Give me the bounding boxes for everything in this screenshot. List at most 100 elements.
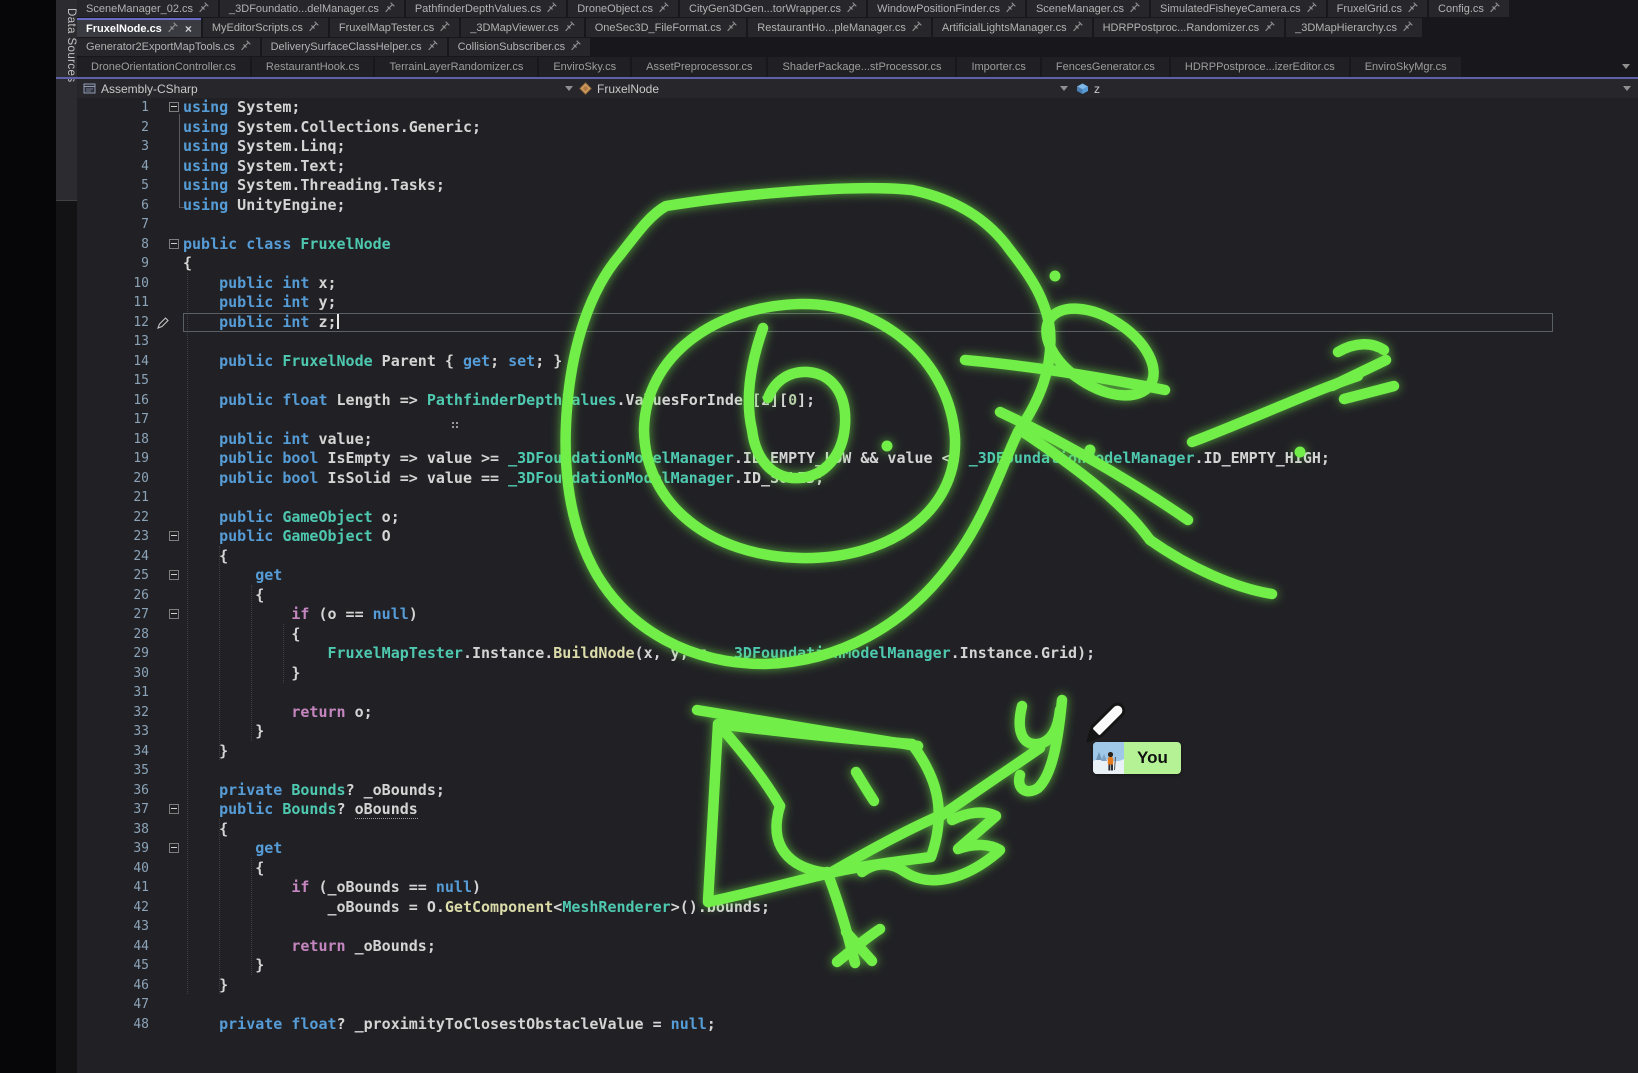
fold-collapse-box[interactable] <box>169 609 179 619</box>
code-line-16[interactable]: 16 public float Length => PathfinderDept… <box>77 391 1638 411</box>
tab-RestaurantHo...pleManager.cs[interactable]: RestaurantHo...pleManager.cs <box>748 18 931 37</box>
code-editor[interactable]: 1using System;2using System.Collections.… <box>77 98 1638 1073</box>
code-line-37[interactable]: 37 public Bounds? oBounds <box>77 800 1638 820</box>
tab-PathfinderDepthValues.cs[interactable]: PathfinderDepthValues.cs <box>406 0 566 17</box>
code-line-47[interactable]: 47 <box>77 995 1638 1015</box>
tab-CityGen3DGen...torWrapper.cs[interactable]: CityGen3DGen...torWrapper.cs <box>680 0 866 17</box>
code-line-27[interactable]: 27 if (o == null) <box>77 605 1638 625</box>
pin-icon[interactable] <box>659 2 669 16</box>
code-line-20[interactable]: 20 public bool IsSolid => value == _3DFo… <box>77 469 1638 489</box>
code-line-25[interactable]: 25 get <box>77 566 1638 586</box>
code-line-34[interactable]: 34 } <box>77 742 1638 762</box>
fold-collapse-box[interactable] <box>169 843 179 853</box>
pin-icon[interactable] <box>385 2 395 16</box>
code-line-7[interactable]: 7 <box>77 215 1638 235</box>
tab-FencesGenerator.cs[interactable]: FencesGenerator.cs <box>1042 57 1169 77</box>
code-line-24[interactable]: 24 { <box>77 547 1638 567</box>
code-line-44[interactable]: 44 return _oBounds; <box>77 937 1638 957</box>
pin-icon[interactable] <box>1403 21 1413 35</box>
pin-icon[interactable] <box>309 21 319 35</box>
fold-collapse-box[interactable] <box>169 239 179 249</box>
code-line-10[interactable]: 10 public int x; <box>77 274 1638 294</box>
pin-icon[interactable] <box>440 21 450 35</box>
code-line-39[interactable]: 39 get <box>77 839 1638 859</box>
pin-icon[interactable] <box>1307 2 1317 16</box>
code-line-15[interactable]: 15 <box>77 371 1638 391</box>
code-line-3[interactable]: 3using System.Linq; <box>77 137 1638 157</box>
pin-icon[interactable] <box>199 2 209 16</box>
code-line-36[interactable]: 36 private Bounds? _oBounds; <box>77 781 1638 801</box>
tab-overflow-chevron-icon[interactable] <box>1622 64 1630 69</box>
pin-icon[interactable] <box>571 40 581 54</box>
tab-AssetPreprocessor.cs[interactable]: AssetPreprocessor.cs <box>632 57 766 77</box>
pin-icon[interactable] <box>565 21 575 35</box>
code-line-31[interactable]: 31 <box>77 683 1638 703</box>
project-dropdown[interactable]: Assembly-CSharp <box>83 79 198 98</box>
code-line-46[interactable]: 46 } <box>77 976 1638 996</box>
fold-collapse-box[interactable] <box>169 804 179 814</box>
code-line-29[interactable]: 29 FruxelMapTester.Instance.BuildNode(x,… <box>77 644 1638 664</box>
tab-OneSec3D_FileFormat.cs[interactable]: OneSec3D_FileFormat.cs <box>586 18 747 37</box>
tab-EnviroSky.cs[interactable]: EnviroSky.cs <box>539 57 630 77</box>
tab-SimulatedFisheyeCamera.cs[interactable]: SimulatedFisheyeCamera.cs <box>1151 0 1326 17</box>
tab-DroneOrientationController.cs[interactable]: DroneOrientationController.cs <box>77 57 250 77</box>
pin-icon[interactable] <box>241 40 251 54</box>
code-line-23[interactable]: 23 public GameObject O <box>77 527 1638 547</box>
fold-collapse-box[interactable] <box>169 531 179 541</box>
pin-icon[interactable] <box>1006 2 1016 16</box>
tab-FruxelGrid.cs[interactable]: FruxelGrid.cs <box>1328 0 1427 17</box>
code-line-14[interactable]: 14 public FruxelNode Parent { get; set; … <box>77 352 1638 372</box>
close-icon[interactable]: × <box>185 23 192 35</box>
tab-ShaderPackage...stProcessor.cs[interactable]: ShaderPackage...stProcessor.cs <box>768 57 955 77</box>
code-line-28[interactable]: 28 { <box>77 625 1638 645</box>
tab-Importer.cs[interactable]: Importer.cs <box>957 57 1039 77</box>
pin-icon[interactable] <box>727 21 737 35</box>
data-sources-tool-tab[interactable]: Data Sources <box>56 0 78 201</box>
code-line-19[interactable]: 19 public bool IsEmpty => value >= _3DFo… <box>77 449 1638 469</box>
tab-Generator2ExportMapTools.cs[interactable]: Generator2ExportMapTools.cs <box>77 38 260 56</box>
pin-icon[interactable] <box>847 2 857 16</box>
pin-icon[interactable] <box>1265 21 1275 35</box>
code-line-33[interactable]: 33 } <box>77 722 1638 742</box>
fold-collapse-box[interactable] <box>169 102 179 112</box>
code-line-32[interactable]: 32 return o; <box>77 703 1638 723</box>
code-line-17[interactable]: 17 <box>77 410 1638 430</box>
code-line-12[interactable]: 12 public int z; <box>77 313 1638 333</box>
code-line-11[interactable]: 11 public int y; <box>77 293 1638 313</box>
tab-CollisionSubscriber.cs[interactable]: CollisionSubscriber.cs <box>449 38 591 56</box>
tab-_3DMapHierarchy.cs[interactable]: _3DMapHierarchy.cs <box>1286 18 1422 37</box>
tab-DroneObject.cs[interactable]: DroneObject.cs <box>568 0 678 17</box>
pin-icon[interactable] <box>168 22 178 36</box>
code-line-2[interactable]: 2using System.Collections.Generic; <box>77 118 1638 138</box>
pin-icon[interactable] <box>547 2 557 16</box>
pin-icon[interactable] <box>1130 2 1140 16</box>
pin-icon[interactable] <box>912 21 922 35</box>
code-line-26[interactable]: 26 { <box>77 586 1638 606</box>
code-line-6[interactable]: 6using UnityEngine; <box>77 196 1638 216</box>
tab-_3DMapViewer.cs[interactable]: _3DMapViewer.cs <box>461 18 583 37</box>
tab-RestaurantHook.cs[interactable]: RestaurantHook.cs <box>252 57 374 77</box>
code-line-43[interactable]: 43 <box>77 917 1638 937</box>
tab-EnviroSkyMgr.cs[interactable]: EnviroSkyMgr.cs <box>1351 57 1461 77</box>
tab-FruxelNode.cs[interactable]: FruxelNode.cs× <box>77 18 201 37</box>
pin-icon[interactable] <box>1490 2 1500 16</box>
tab-FruxelMapTester.cs[interactable]: FruxelMapTester.cs <box>330 18 459 37</box>
tab-HDRPPostproc...Randomizer.cs[interactable]: HDRPPostproc...Randomizer.cs <box>1094 18 1285 37</box>
type-dropdown[interactable]: FruxelNode <box>579 79 659 98</box>
code-line-42[interactable]: 42 _oBounds = O.GetComponent<MeshRendere… <box>77 898 1638 918</box>
code-line-18[interactable]: 18 public int value; <box>77 430 1638 450</box>
tab-WindowPositionFinder.cs[interactable]: WindowPositionFinder.cs <box>868 0 1025 17</box>
tab-ArtificialLightsManager.cs[interactable]: ArtificialLightsManager.cs <box>933 18 1092 37</box>
code-line-5[interactable]: 5using System.Threading.Tasks; <box>77 176 1638 196</box>
code-line-48[interactable]: 48 private float? _proximityToClosestObs… <box>77 1015 1638 1035</box>
tab-MyEditorScripts.cs[interactable]: MyEditorScripts.cs <box>203 18 328 37</box>
code-line-1[interactable]: 1using System; <box>77 98 1638 118</box>
tab-_3DFoundatio...delManager.cs[interactable]: _3DFoundatio...delManager.cs <box>220 0 404 17</box>
tab-Config.cs[interactable]: Config.cs <box>1429 0 1509 17</box>
code-line-22[interactable]: 22 public GameObject o; <box>77 508 1638 528</box>
code-line-4[interactable]: 4using System.Text; <box>77 157 1638 177</box>
tab-TerrainLayerRandomizer.cs[interactable]: TerrainLayerRandomizer.cs <box>375 57 537 77</box>
tab-DeliverySurfaceClassHelper.cs[interactable]: DeliverySurfaceClassHelper.cs <box>262 38 447 56</box>
tab-SceneManager_02.cs[interactable]: SceneManager_02.cs <box>77 0 218 17</box>
code-line-35[interactable]: 35 <box>77 761 1638 781</box>
